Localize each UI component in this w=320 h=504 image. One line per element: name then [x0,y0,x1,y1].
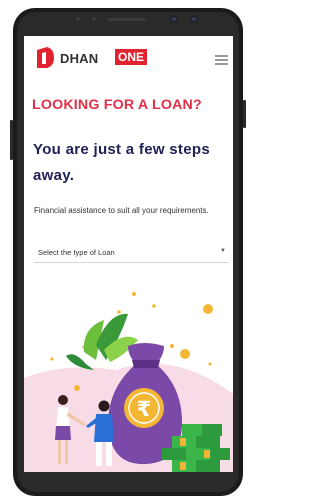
sparkle [117,310,121,314]
sparkle [208,362,212,366]
sparkle [170,344,174,348]
sparkle [152,304,156,308]
bag-tie [132,360,160,368]
brand-badge: ONE [115,49,148,65]
app-header: DHAN ONE [24,36,233,77]
power-button [10,120,13,160]
front-camera [170,15,178,23]
brand-name: DHAN [60,51,99,66]
sparkle [50,357,54,361]
small-coin-icon [74,385,80,391]
sparkle [132,292,136,296]
small-coin-icon [180,349,190,359]
hamburger-menu-icon[interactable] [215,55,228,65]
front-camera [190,15,198,23]
page-headline: LOOKING FOR A LOAN? [32,97,202,113]
loan-type-select-label: Select the type of Loan [38,248,115,257]
app-screen: DHAN ONE LOOKING FOR A LOAN? You are jus… [24,36,233,472]
caret-down-icon: ▼ [220,248,226,254]
dhan-logo-icon [37,47,54,68]
loan-illustration: ₹ [24,292,233,472]
loan-type-select[interactable]: Select the type of Loan ▼ [34,242,229,263]
volume-button [243,100,246,128]
page-description: Financial assistance to suit all your re… [34,206,209,215]
sensor-dot [92,17,96,21]
sensor-dot [76,17,80,21]
small-coin-icon [203,304,213,314]
page-subheadline: You are just a few steps away. [33,141,210,184]
phone-bottom-bezel [24,472,233,478]
earpiece-speaker [108,18,146,21]
rupee-symbol: ₹ [137,397,152,421]
